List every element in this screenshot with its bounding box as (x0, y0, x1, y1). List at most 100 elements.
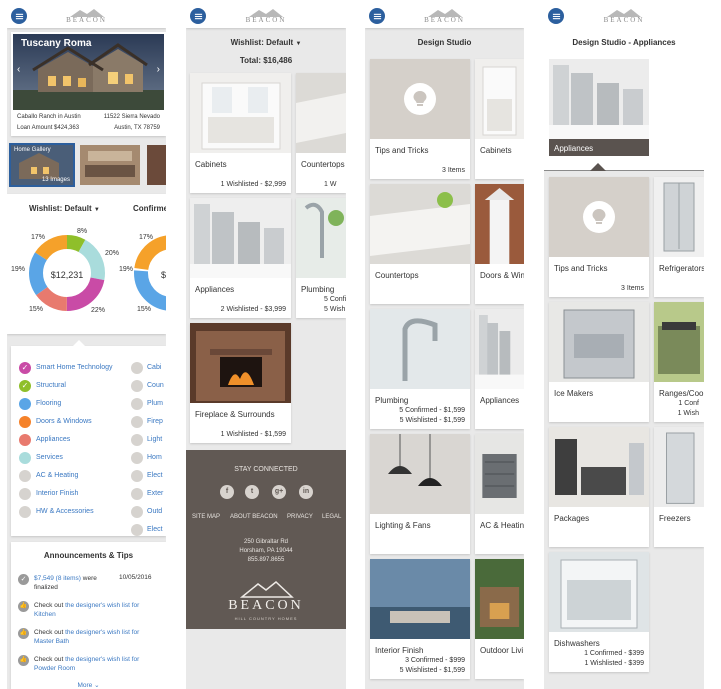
beacon-logo[interactable]: BEACON (599, 8, 649, 24)
menu-button[interactable] (369, 8, 385, 24)
category-dot-icon[interactable] (131, 380, 143, 392)
beacon-logo[interactable]: BEACON (420, 8, 470, 24)
category-dot-icon[interactable] (19, 398, 31, 410)
appliance-tile[interactable]: Tips and Tricks 3 Items (549, 177, 649, 297)
category-label[interactable]: Light (147, 436, 162, 443)
appliance-tile[interactable]: Ice Makers (549, 302, 649, 422)
category-dot-icon[interactable] (19, 470, 31, 482)
category-checked-icon[interactable]: ✓ (19, 362, 31, 374)
category-label[interactable]: Cabi (147, 364, 161, 371)
category-label[interactable]: AC & Heating (36, 472, 78, 479)
category-label[interactable]: HW & Accessories (36, 508, 94, 515)
more-link[interactable]: More ⌄ (11, 681, 166, 689)
tile-meta: 2 Wishlisted - $3,999 (220, 306, 286, 313)
category-dot-icon[interactable] (19, 434, 31, 446)
wishlist-tile-countertops[interactable]: Countertops 1 W (296, 73, 346, 193)
studio-tile[interactable]: Countertops (370, 184, 470, 304)
twitter-icon[interactable]: t (245, 485, 259, 499)
google-plus-icon[interactable]: g+ (272, 485, 286, 499)
category-checked-icon[interactable]: ✓ (19, 380, 31, 392)
appliance-tile[interactable]: Packages (549, 427, 649, 547)
category-label[interactable]: Elect (147, 472, 163, 479)
gallery-thumb-selected[interactable]: Home Gallery 13 Images (9, 143, 75, 187)
category-dot-icon[interactable] (19, 488, 31, 500)
next-arrow-icon[interactable]: › (157, 64, 160, 75)
footer-link-legal[interactable]: LEGAL (322, 514, 341, 520)
wishlist-selector[interactable]: Wishlist: Default ▼ (29, 204, 100, 213)
category-label[interactable]: Hom (147, 454, 162, 461)
studio-tile[interactable]: Interior Finish 3 Confirmed - $999 5 Wishl… (370, 559, 470, 679)
category-label[interactable]: Firep (147, 418, 163, 425)
finalized-link[interactable]: $7,549 (8 items) (34, 575, 81, 582)
category-label[interactable]: Coun (147, 382, 164, 389)
category-label[interactable]: Flooring (36, 400, 61, 407)
selected-category-tile[interactable]: Appliances (549, 59, 649, 156)
studio-tile[interactable]: Cabinets (475, 59, 524, 179)
category-dot-icon[interactable] (19, 506, 31, 518)
home-card[interactable]: Tuscany Roma ‹ › Caballo Ranch in Austin… (11, 32, 166, 136)
studio-tile[interactable]: Doors & Win (475, 184, 524, 304)
studio-tile[interactable]: Lighting & Fans (370, 434, 470, 554)
wishlist-tile-appliances[interactable]: Appliances 2 Wishlisted - $3,999 (190, 198, 291, 318)
appliance-tile[interactable]: Dishwashers 1 Confirmed - $399 1 Wishliste… (549, 552, 649, 672)
wishlist-tile-cabinets[interactable]: Cabinets 1 Wishlisted - $2,999 (190, 73, 291, 193)
category-dot-icon[interactable] (19, 416, 31, 428)
announcements-card: Announcements & Tips ✓ $7,549 (8 items) … (11, 542, 166, 689)
dropdown-caret-icon: ▼ (295, 41, 302, 47)
category-label[interactable]: Appliances (36, 436, 70, 443)
wishlist-tile-fireplace[interactable]: Fireplace & Surrounds 1 Wishlisted - $1,… (190, 323, 291, 443)
category-label[interactable]: Elect (147, 526, 163, 533)
tile-title: Cabinets (195, 160, 227, 169)
category-dot-icon[interactable] (19, 452, 31, 464)
page-title: Design Studio (417, 38, 472, 47)
facebook-icon[interactable]: f (220, 485, 234, 499)
beacon-logo[interactable]: BEACON (241, 8, 291, 24)
category-dot-icon[interactable] (131, 506, 143, 518)
appliance-tile[interactable]: Refrigerators (654, 177, 704, 297)
category-label[interactable]: Plum (147, 400, 163, 407)
category-dot-icon[interactable] (131, 434, 143, 446)
tile-photo (549, 302, 649, 382)
category-label[interactable]: Outd (147, 508, 162, 515)
prev-arrow-icon[interactable]: ‹ (17, 64, 20, 75)
footer-phone: 855.897.8655 (247, 557, 285, 563)
category-dot-icon[interactable] (131, 470, 143, 482)
wishlist-selector[interactable]: Wishlist: Default ▼ (186, 38, 346, 47)
gallery-thumb[interactable] (80, 145, 140, 185)
gallery-thumb[interactable] (147, 145, 166, 185)
appliances-photo (190, 198, 291, 278)
menu-button[interactable] (190, 8, 206, 24)
studio-tile[interactable]: Tips and Tricks 3 Items (370, 59, 470, 179)
gallery-count: 13 Images (41, 177, 70, 183)
category-label[interactable]: Exter (147, 490, 163, 497)
category-dot-icon[interactable] (131, 488, 143, 500)
footer-link-privacy[interactable]: PRIVACY (287, 514, 313, 520)
studio-tile[interactable]: Outdoor Livi (475, 559, 524, 679)
beacon-logo[interactable]: BEACON (62, 8, 112, 24)
category-label[interactable]: Structural (36, 382, 66, 389)
appliance-tile[interactable]: Freezers (654, 427, 704, 547)
wishlist-tile-plumbing[interactable]: Plumbing 5 Confi 5 Wish (296, 198, 346, 318)
category-dot-icon[interactable] (131, 362, 143, 374)
category-label[interactable]: Doors & Windows (36, 418, 92, 425)
category-label[interactable]: Smart Home Technology (36, 364, 113, 371)
category-dot-icon[interactable] (131, 452, 143, 464)
studio-tile[interactable]: AC & Heatin (475, 434, 524, 554)
linkedin-icon[interactable]: in (299, 485, 313, 499)
category-label[interactable]: Services (36, 454, 63, 461)
footer-link-about[interactable]: ABOUT BEACON (230, 514, 278, 520)
appliance-tile[interactable]: Ranges/Cool 1 Conf 1 Wish (654, 302, 704, 422)
category-dot-icon[interactable] (131, 416, 143, 428)
tile-meta: 1 Wishlisted - $399 (584, 660, 644, 667)
category-dot-icon[interactable] (131, 524, 143, 536)
menu-button[interactable] (548, 8, 564, 24)
tile-photo (370, 559, 470, 639)
category-dot-icon[interactable] (131, 398, 143, 410)
studio-tile[interactable]: Appliances (475, 309, 524, 429)
category-label[interactable]: Interior Finish (36, 490, 78, 497)
footer-link-sitemap[interactable]: SITE MAP (192, 514, 220, 520)
thumbs-up-icon: 👍 (18, 655, 29, 666)
studio-tile[interactable]: Plumbing 5 Confirmed - $1,599 5 Wishlisted… (370, 309, 470, 429)
tile-meta: 5 Wish (324, 306, 346, 313)
menu-button[interactable] (11, 8, 27, 24)
